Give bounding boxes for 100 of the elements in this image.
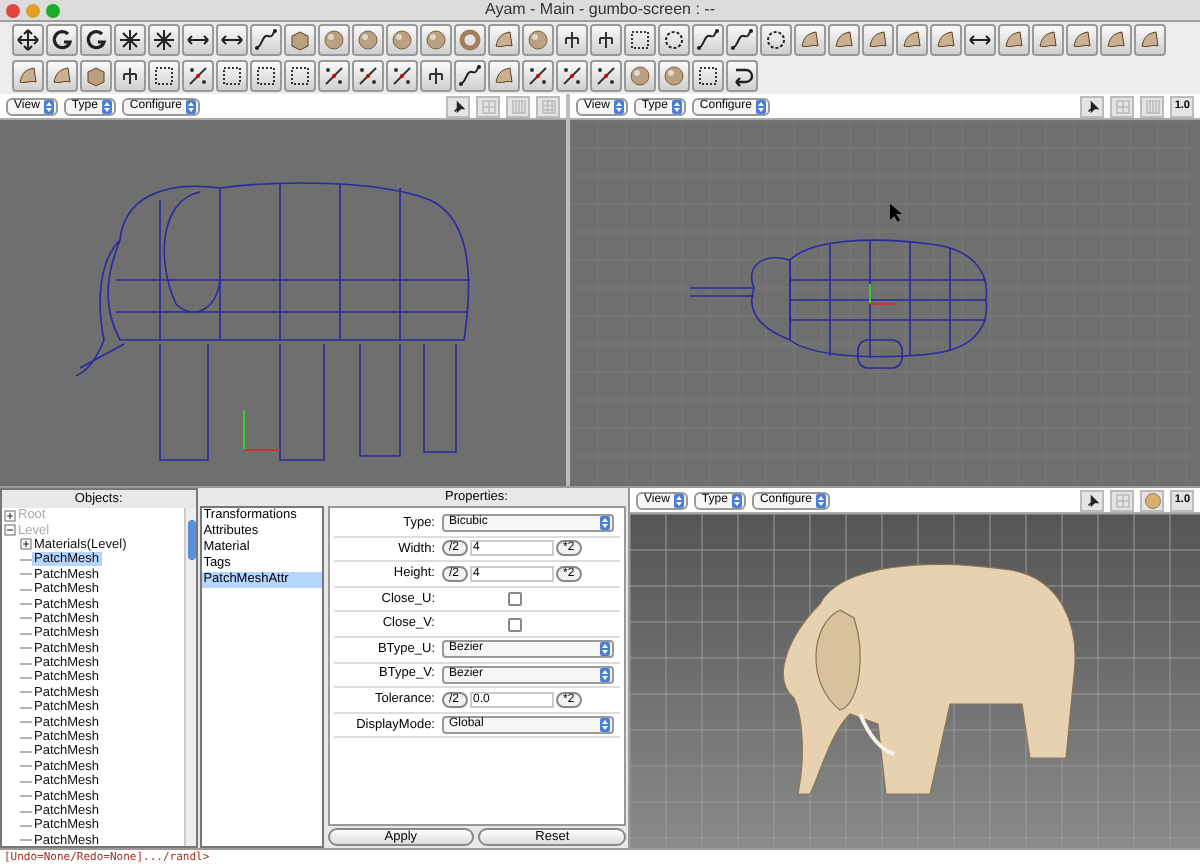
- tree-icon: [118, 64, 142, 88]
- stepper-icon: [599, 642, 609, 657]
- patch-icon: [934, 28, 958, 52]
- tool-button[interactable]: [794, 24, 826, 56]
- stepper-icon: [599, 667, 609, 682]
- stepper-icon: [185, 99, 196, 113]
- tool-button[interactable]: [352, 60, 384, 92]
- shaded-sphere-icon: [1143, 491, 1162, 509]
- tool-button[interactable]: [590, 24, 622, 56]
- tool-button[interactable]: [46, 24, 78, 56]
- axis-drawing: [869, 283, 895, 305]
- tool-button[interactable]: [12, 24, 44, 56]
- tool-button[interactable]: [182, 24, 214, 56]
- tool-button[interactable]: [46, 60, 78, 92]
- tool-button[interactable]: [148, 60, 180, 92]
- grid-icon: [509, 97, 527, 115]
- tool-button[interactable]: [250, 24, 282, 56]
- tool-button[interactable]: [454, 60, 486, 92]
- sphere-icon: [628, 64, 652, 88]
- tool-button[interactable]: [1100, 24, 1132, 56]
- scale-icon: [118, 28, 142, 52]
- sphere-icon: [390, 28, 414, 52]
- sphere-icon: [356, 28, 380, 52]
- tool-button[interactable]: [930, 24, 962, 56]
- stepper-icon: [755, 99, 766, 113]
- tree-icon: [560, 28, 584, 52]
- tool-button[interactable]: [318, 60, 350, 92]
- curve-icon: [458, 64, 482, 88]
- stepper-icon: [599, 516, 609, 531]
- view-button[interactable]: [446, 95, 470, 117]
- patch-icon: [1036, 28, 1060, 52]
- tool-button[interactable]: [556, 24, 588, 56]
- tool-button[interactable]: [1032, 24, 1064, 56]
- stepper-icon: [599, 718, 609, 733]
- patch-icon: [492, 64, 516, 88]
- dotted-box-icon: [288, 64, 312, 88]
- points-icon: [560, 64, 584, 88]
- points-icon: [186, 64, 210, 88]
- tool-button[interactable]: [1066, 24, 1098, 56]
- pin-icon: [449, 97, 467, 115]
- curve-icon: [696, 28, 720, 52]
- tool-button[interactable]: [114, 24, 146, 56]
- patch-icon: [1070, 28, 1094, 52]
- view-button[interactable]: [1080, 489, 1105, 511]
- pin-icon: [1083, 97, 1102, 115]
- tool-button[interactable]: [148, 24, 180, 56]
- dotted-box-icon: [220, 64, 244, 88]
- sphere-icon: [424, 28, 448, 52]
- tool-button[interactable]: [12, 60, 44, 92]
- dotted-box-icon: [696, 64, 720, 88]
- tool-button[interactable]: [964, 24, 996, 56]
- tool-button[interactable]: [896, 24, 928, 56]
- patch-icon: [798, 28, 822, 52]
- scrollbar[interactable]: [183, 508, 196, 846]
- tool-button[interactable]: [828, 24, 860, 56]
- tool-button[interactable]: [658, 24, 690, 56]
- tool-button[interactable]: [726, 60, 758, 92]
- tool-button[interactable]: [1134, 24, 1166, 56]
- points-icon: [526, 64, 550, 88]
- checkbox[interactable]: [507, 592, 521, 607]
- points-icon: [322, 64, 346, 88]
- points-icon: [356, 64, 380, 88]
- tool-button[interactable]: [692, 60, 724, 92]
- tool-button[interactable]: [182, 60, 214, 92]
- cube-icon: [288, 28, 312, 52]
- grid-icon: [1113, 491, 1132, 509]
- tool-button[interactable]: [624, 24, 656, 56]
- tool-button[interactable]: [590, 60, 622, 92]
- view-button[interactable]: [1080, 95, 1105, 117]
- tool-button[interactable]: [114, 60, 146, 92]
- tool-button[interactable]: [998, 24, 1030, 56]
- patch-icon: [16, 64, 40, 88]
- tool-button[interactable]: [522, 60, 554, 92]
- tool-button[interactable]: [216, 24, 248, 56]
- patch-icon: [492, 28, 516, 52]
- grid-icon: [539, 97, 557, 115]
- mouse-cursor-icon: [890, 204, 902, 222]
- tool-button[interactable]: [862, 24, 894, 56]
- tool-button[interactable]: [556, 60, 588, 92]
- tool-button[interactable]: [488, 60, 520, 92]
- dotted-box-icon: [152, 64, 176, 88]
- tool-button[interactable]: [284, 60, 316, 92]
- tool-button[interactable]: [216, 60, 248, 92]
- tree-icon: [594, 28, 618, 52]
- tool-button[interactable]: [420, 60, 452, 92]
- tool-button[interactable]: [386, 60, 418, 92]
- sphere-icon: [526, 28, 550, 52]
- tool-button[interactable]: [488, 24, 520, 56]
- sphere-icon: [322, 28, 346, 52]
- stepper-icon: [673, 493, 684, 507]
- stepper-icon: [101, 99, 112, 113]
- tool-button[interactable]: [692, 24, 724, 56]
- tool-button[interactable]: [250, 60, 282, 92]
- stepper-icon: [815, 493, 826, 507]
- tool-button[interactable]: [726, 24, 758, 56]
- close-icon[interactable]: [6, 3, 20, 17]
- checkbox[interactable]: [507, 617, 521, 632]
- tool-button[interactable]: [80, 24, 112, 56]
- tool-button[interactable]: [760, 24, 792, 56]
- torus-icon: [458, 28, 482, 52]
